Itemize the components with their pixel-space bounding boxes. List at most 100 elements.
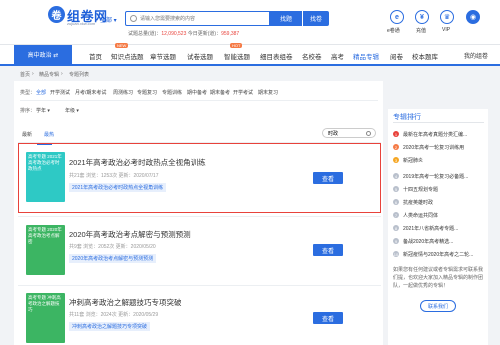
filter-chip-1[interactable]: 开学测试 [50,89,70,96]
ranking-item[interactable]: 最新在年高考真题分类汇编... [403,131,467,138]
region-selector[interactable]: 全部 ▾ [100,15,117,24]
filter-chip-3[interactable]: 周测练习 [113,89,133,96]
nav-knowledge[interactable]: 知识点选题 [111,51,144,61]
filter-chip-7[interactable]: 期末备考 [210,89,230,96]
ranking-item[interactable]: 十四五规划专题 [403,186,438,193]
filter-chip-5[interactable]: 专题训练 [162,89,182,96]
grade-select[interactable]: 年级 ▾ [65,107,79,114]
rank-1-icon: 1 [393,131,399,137]
new-badge: NEW [115,43,129,48]
item-cover[interactable]: 高考专题 2021年高考政治必考时政热点 [26,152,65,202]
promo-text: 如果您有任何建议或者专辑需求可联系我们提，也欢迎大家加入精品专辑的制作团队，一起… [393,267,484,289]
filter-chip-2[interactable]: 月考/期末考试 [75,89,106,96]
item-cover[interactable]: 高考专题 2020年高考政治考点解密 [26,225,65,275]
rank-7-icon: 7 [393,212,399,218]
find-question-button[interactable]: 找题 [270,11,302,26]
stats-prefix: 试题总量(道)： [128,31,162,37]
e-card-label[interactable]: e卷通 [387,27,400,34]
nav-school[interactable]: 名校卷 [302,51,322,61]
type-filter-label: 类型： [20,90,36,96]
sort-label: 排序： [20,108,36,114]
nav-gaokao[interactable]: 高考 [331,51,344,61]
filter-divider [20,100,378,101]
ranking-item[interactable]: 抗疫英雄时政 [403,199,433,206]
year-select[interactable]: 学年 ▾ [36,107,50,114]
item-meta: 共21套 浏览：1253次 更新：2020/07/17 [69,173,159,179]
crumb-current: 专题列表 [69,72,90,78]
filter-chip-6[interactable]: 期中备考 [187,89,207,96]
stats-mid: 今日更新(道)： [186,31,222,37]
ranking-item[interactable]: 新冠肺炎 [403,157,423,164]
logo-subtitle: zujuan.xkw.com [67,21,96,26]
vip-icon[interactable]: ♛ [440,10,454,24]
rank-8-icon: 8 [393,225,399,231]
find-paper-button[interactable]: 找卷 [303,11,329,26]
rank-10-icon: 10 [393,251,399,257]
search-icon [130,15,137,22]
filter-chip-all[interactable]: 全部 [36,89,46,96]
stats-total: 12,090,523 [161,31,187,37]
view-button[interactable]: 查看 [313,312,343,324]
e-card-icon[interactable]: e [390,10,404,24]
rank-3-icon: 3 [393,157,399,163]
item-tag[interactable]: 2020年高考政治考点解密与预测预测 [69,254,157,263]
nav-chapter[interactable]: 章节选题 [150,51,176,61]
rank-4-icon: 4 [393,173,399,179]
ranking-item[interactable]: 备战2020年高考精选... [403,238,453,245]
search-input[interactable] [140,14,265,24]
search-box [125,11,270,26]
search-icon [366,131,371,136]
user-avatar-icon[interactable]: ◉ [466,10,480,24]
my-papers-link[interactable]: 我的组卷 [464,51,488,60]
crumb-home[interactable]: 首页 [20,71,30,78]
nav-grading[interactable]: 阅卷 [390,51,403,61]
recharge-icon[interactable]: ¥ [415,10,429,24]
filter-chip-9[interactable]: 期末复习 [258,89,278,96]
item-title[interactable]: 2021年高考政治必考时政热点全视角训练 [69,157,206,168]
nav-school-bank[interactable]: 校本题库 [412,51,438,61]
rank-6-icon: 6 [393,199,399,205]
vip-label[interactable]: VIP [442,27,450,33]
ranking-title: 专辑排行 [393,114,421,121]
view-button[interactable]: 查看 [313,244,343,256]
subject-switch-button[interactable]: 高中政治 ⇄ [14,45,72,64]
filter-chip-8[interactable]: 开学考试 [233,89,253,96]
tab-hottest[interactable]: 最热 [44,131,54,138]
rank-9-icon: 9 [393,238,399,244]
nav-home[interactable]: 首页 [89,51,102,61]
item-title[interactable]: 2020年高考政治考点解密与预测预测 [69,229,191,240]
nav-paper[interactable]: 试卷选题 [187,51,213,61]
rank-2-icon: 2 [393,144,399,150]
ranking-item[interactable]: 2019年高考一轮复习必备题... [403,173,468,180]
crumb-featured[interactable]: 精品专辑 [39,71,59,78]
rank-5-icon: 5 [393,186,399,192]
item-divider [18,216,381,217]
item-meta: 共11套 浏览：2024次 更新：2020/05/29 [69,312,159,318]
ranking-item[interactable]: 新冠疫情与2020年高考之二轮... [403,251,473,258]
contact-us-button[interactable]: 联系我们 [420,300,456,312]
item-divider [18,285,381,286]
item-cover[interactable]: 高考专题 冲刺高考政治之解题技巧 [26,293,65,343]
ranking-divider [393,122,484,123]
filter-chip-4[interactable]: 专题复习 [137,89,157,96]
ranking-item[interactable]: 2021年八省新高考专题... [403,225,458,232]
tab-newest[interactable]: 最新 [22,131,32,138]
hot-badge: HOT [230,43,243,48]
nav-table[interactable]: 细目表组卷 [260,51,293,61]
recharge-label[interactable]: 充值 [416,27,426,34]
item-meta: 共9套 浏览：2052次 更新：2020/05/20 [69,244,156,250]
nav-featured[interactable]: 精品专辑 [353,51,379,61]
item-tag[interactable]: 冲刺高考政治之解题技巧专项突破 [69,322,151,331]
list-search-box [322,128,376,138]
logo-icon[interactable]: 卷 [48,6,65,23]
view-button[interactable]: 查看 [313,172,343,184]
nav-smart[interactable]: 智能选题 [224,51,250,61]
item-title[interactable]: 冲刺高考政治之解题技巧专项突破 [69,297,182,308]
ranking-item[interactable]: 2020年高考一轮复习训练用 [403,144,464,151]
crumb-sep-2: › [61,71,63,77]
ranking-item[interactable]: 人类命运共同体 [403,212,438,219]
item-tag[interactable]: 2021年高考政治必考时政热点全视角训练 [69,183,167,192]
list-search-input[interactable] [328,130,368,137]
stats-line: 试题总量(道)：12,090,523 今日更新(道)：959,387 [128,30,239,37]
stats-today: 959,387 [221,31,240,37]
